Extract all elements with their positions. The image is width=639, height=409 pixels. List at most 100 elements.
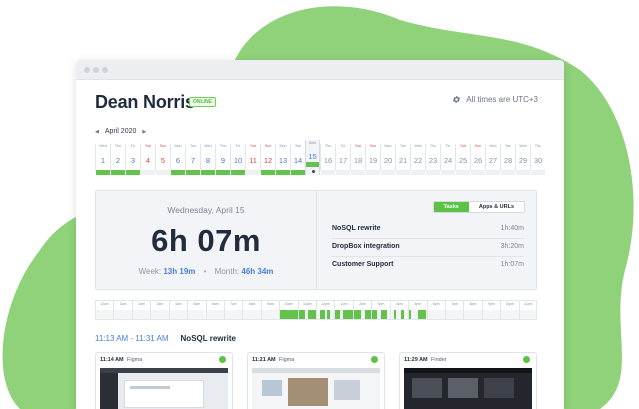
day-of-week: Mon — [384, 144, 392, 148]
screenshot-card[interactable]: 11:14 AM Figma — [95, 352, 233, 409]
timeline-hour[interactable]: 3pm — [371, 300, 390, 320]
timeline-hour[interactable]: 11am — [297, 300, 316, 320]
activity-segment[interactable] — [298, 310, 305, 319]
calendar-day[interactable]: Thu 16 — [320, 144, 335, 175]
gear-icon[interactable] — [452, 95, 461, 104]
task-row[interactable]: DropBox integration 3h:20m — [332, 239, 524, 257]
activity-segment[interactable] — [335, 310, 340, 319]
screenshot-card[interactable]: 11:21 AM Figma — [247, 352, 385, 409]
activity-segment[interactable] — [319, 310, 325, 319]
screenshot-app: Finder — [431, 357, 447, 363]
timeline-hour[interactable]: 5pm — [408, 300, 427, 320]
calendar-day[interactable]: Wed 22 — [410, 144, 425, 175]
day-activity-bar — [276, 170, 290, 175]
calendar-day[interactable]: Sun 26 — [470, 144, 485, 175]
activity-segment[interactable] — [394, 310, 396, 319]
calendar-day[interactable]: Wed 8 — [200, 144, 215, 175]
activity-segment[interactable] — [327, 310, 331, 319]
calendar-day[interactable]: Sat 4 — [140, 144, 155, 175]
calendar-day[interactable]: Sat 25 — [455, 144, 470, 175]
calendar-day[interactable]: Thu 30 — [530, 144, 545, 175]
timeline-hour[interactable]: 12pm — [316, 300, 335, 320]
screenshot-thumbnail[interactable] — [252, 368, 380, 409]
timeline-hour[interactable]: 12am — [95, 300, 114, 320]
calendar-day[interactable]: Thu 9 — [215, 144, 230, 175]
day-number: 27 — [488, 156, 498, 165]
timeline-hour[interactable]: 3am — [150, 300, 169, 320]
calendar-day[interactable]: Thu 23 — [425, 144, 440, 175]
calendar-day[interactable]: Fri 17 — [335, 144, 350, 175]
timezone-setting[interactable]: All times are UTC+3 — [452, 95, 538, 104]
timeline-hour[interactable]: 2pm — [352, 300, 372, 320]
hour-track — [188, 310, 206, 319]
window-close-dot[interactable] — [84, 67, 90, 73]
activity-segment[interactable] — [280, 310, 298, 319]
calendar-day[interactable]: Mon 13 — [275, 144, 290, 175]
task-row[interactable]: Customer Support 1h:07m — [332, 257, 524, 275]
activity-segment[interactable] — [409, 310, 411, 319]
calendar-day[interactable]: Sun 5 — [155, 144, 170, 175]
calendar-day[interactable]: Sun 19 — [365, 144, 380, 175]
timeline-hour[interactable]: 10am — [279, 300, 298, 320]
screenshot-thumbnail[interactable] — [404, 368, 532, 409]
timeline-hour[interactable]: 4pm — [389, 300, 409, 320]
calendar-day[interactable]: Wed 1 — [95, 144, 110, 175]
screenshot-card[interactable]: 11:29 AM Finder — [399, 352, 537, 409]
calendar-day[interactable]: Sat 18 — [350, 144, 365, 175]
timeline-hour[interactable]: 7am — [223, 300, 243, 320]
chevron-right-icon[interactable]: ▶ — [142, 129, 146, 135]
timeline-hour[interactable]: 8pm — [463, 300, 482, 320]
timeline-hour[interactable]: 1am — [113, 300, 132, 320]
screenshot-time: 11:14 AM — [100, 357, 124, 363]
hour-label: 6am — [211, 302, 219, 306]
calendar-day[interactable]: Mon 27 — [485, 144, 500, 175]
activity-segment[interactable] — [401, 310, 404, 319]
calendar-day[interactable]: Mon 20 — [380, 144, 395, 175]
calendar-day[interactable]: Fri 10 — [230, 144, 245, 175]
day-number: 29 — [518, 156, 528, 165]
timeline-hour[interactable]: 8am — [242, 300, 261, 320]
activity-segment[interactable] — [372, 310, 378, 319]
hour-label: 5pm — [414, 302, 422, 306]
timeline-hour[interactable]: 11pm — [518, 300, 537, 320]
activity-segment[interactable] — [417, 310, 427, 319]
day-number: 15 — [308, 152, 317, 161]
calendar-day[interactable]: Tue 28 — [500, 144, 515, 175]
day-activity-bar — [366, 170, 380, 175]
calendar-day[interactable]: Fri 24 — [440, 144, 455, 175]
activity-segment[interactable] — [343, 310, 353, 319]
window-maximize-dot[interactable] — [102, 67, 108, 73]
screenshot-thumbnail[interactable] — [100, 368, 228, 409]
task-row[interactable]: NoSQL rewrite 1h:40m — [332, 221, 524, 239]
timeline-hour[interactable]: 9am — [260, 300, 280, 320]
timeline-hour[interactable]: 2am — [131, 300, 151, 320]
timeline-hour[interactable]: 6pm — [426, 300, 445, 320]
timeline-hour[interactable]: 10pm — [500, 300, 519, 320]
timeline-hour[interactable]: 4am — [168, 300, 188, 320]
timeline-hour[interactable]: 6am — [205, 300, 224, 320]
hour-track — [372, 310, 390, 319]
timeline-hour[interactable]: 9pm — [481, 300, 501, 320]
calendar-day[interactable]: Thu 2 — [110, 144, 125, 175]
tab-tasks[interactable]: Tasks — [433, 202, 469, 212]
chevron-left-icon[interactable]: ◀ — [95, 129, 99, 135]
calendar-day[interactable]: Tue 21 — [395, 144, 410, 175]
activity-segment[interactable] — [380, 310, 388, 319]
window-minimize-dot[interactable] — [93, 67, 99, 73]
activity-segment[interactable] — [308, 310, 316, 319]
calendar-day[interactable]: Fri 3 — [125, 144, 140, 175]
day-activity-bar — [351, 170, 365, 175]
timeline-hour[interactable]: 1pm — [334, 300, 353, 320]
calendar-day[interactable]: Tue 14 — [290, 144, 305, 175]
calendar-day[interactable]: Tue 7 — [185, 144, 200, 175]
calendar-day[interactable]: Sun 12 — [260, 144, 275, 175]
timeline-hour[interactable]: 5am — [187, 300, 206, 320]
calendar-day-today[interactable]: Wed 15 — [305, 140, 320, 175]
activity-segment[interactable] — [353, 310, 361, 319]
activity-status-icon — [523, 356, 530, 363]
calendar-day[interactable]: Sat 11 — [245, 144, 260, 175]
calendar-day[interactable]: Mon 6 — [170, 144, 185, 175]
timeline-hour[interactable]: 7pm — [444, 300, 464, 320]
calendar-day[interactable]: Wed 29 — [515, 144, 530, 175]
tab-apps-urls[interactable]: Apps & URLs — [468, 202, 524, 212]
